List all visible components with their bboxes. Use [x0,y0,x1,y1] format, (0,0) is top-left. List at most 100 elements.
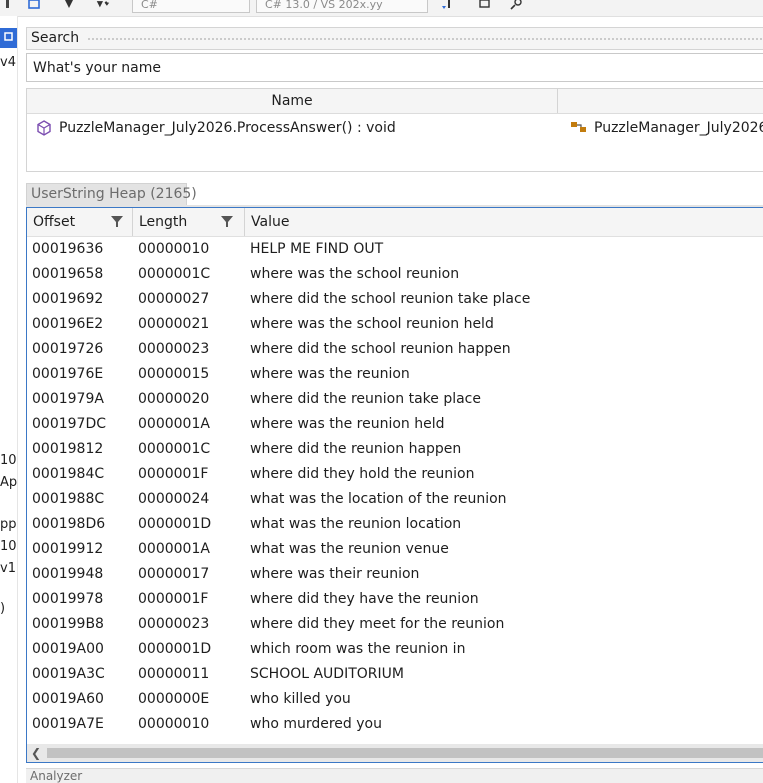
heap-row[interactable]: 00019726 00000023 where did the school reu… [27,337,763,362]
column-label: Length [139,214,188,230]
toolbar: C# C# 13.0 / VS 202x.yy [0,0,763,17]
length-cell: 00000021 [138,316,210,332]
length-cell: 0000001C [138,266,211,282]
length-cell: 00000023 [138,341,210,357]
result-declaring-type: PuzzleManager_July2026 [594,120,763,136]
length-cell: 0000001C [138,441,211,457]
value-cell: where did they meet for the reunion [250,616,505,632]
value-cell: where did they hold the reunion [250,466,475,482]
version-select[interactable]: C# 13.0 / VS 202x.yy [256,0,428,13]
open-icon[interactable] [478,0,492,10]
heap-row[interactable]: 000199B8 00000023 where did they meet for … [27,612,763,637]
column-header-offset[interactable]: Offset [27,208,133,236]
offset-cell: 000196E2 [32,316,104,332]
heap-row[interactable]: 00019812 0000001C where did the reunion ha… [27,437,763,462]
search-results-grid: Name PuzzleManager_July2026.ProcessAnswe… [26,88,763,172]
heap-row[interactable]: 000198D6 0000001D what was the reunion loc… [27,512,763,537]
length-cell: 00000020 [138,391,210,407]
length-cell: 0000001F [138,591,209,607]
length-cell: 00000011 [138,666,210,682]
heap-row[interactable]: 00019636 00000010 HELP ME FIND OUT [27,237,763,262]
heap-row[interactable]: 00019A7E 00000010 who murdered you [27,712,763,737]
star-icon[interactable] [96,0,110,10]
value-cell: where was the school reunion held [250,316,494,332]
column-label: Offset [33,214,76,230]
length-cell: 0000001D [138,641,212,657]
heap-row[interactable]: 0001984C 0000001F where did they hold the … [27,462,763,487]
offset-cell: 00019A7E [32,716,104,732]
tree-fragment: Ap [0,475,18,490]
search-icon[interactable] [510,0,524,10]
value-cell: what was the location of the reunion [250,491,507,507]
pin-tab-icon[interactable] [0,28,17,48]
heap-row[interactable]: 00019948 00000017 where was their reunion [27,562,763,587]
scroll-left-icon[interactable]: ❮ [27,744,45,762]
length-cell: 00000023 [138,616,210,632]
length-cell: 00000017 [138,566,210,582]
length-cell: 00000024 [138,491,210,507]
length-cell: 00000015 [138,366,210,382]
column-header-length[interactable]: Length [133,208,245,236]
heap-row[interactable]: 00019658 0000001C where was the school reu… [27,262,763,287]
heap-row[interactable]: 00019A00 0000001D which room was the reuni… [27,637,763,662]
offset-cell: 00019636 [32,241,104,257]
result-member-name: PuzzleManager_July2026.ProcessAnswer() :… [59,120,396,136]
heap-row[interactable]: 000197DC 0000001A where was the reunion he… [27,412,763,437]
value-cell: where was the school reunion [250,266,460,282]
length-cell: 00000010 [138,241,210,257]
language-select[interactable]: C# [132,0,250,13]
assembly-tree-panel: v4. 10. Ap pp 10 v1 ) [0,16,18,783]
offset-cell: 00019978 [32,591,104,607]
tree-fragment: ) [0,601,6,616]
heap-row[interactable]: 00019978 0000001F where did they have the … [27,587,763,612]
value-cell: where did the reunion happen [250,441,462,457]
method-icon [37,120,51,136]
filter-icon[interactable] [221,216,233,228]
value-cell: where was the reunion [250,366,410,382]
length-cell: 0000001F [138,466,209,482]
heap-row[interactable]: 0001988C 00000024 what was the location of… [27,487,763,512]
tree-fragment: 10 [0,539,17,554]
offset-cell: 00019912 [32,541,104,557]
offset-cell: 000197DC [32,416,106,432]
tab-userstring-heap[interactable]: UserString Heap (2165) [26,183,197,205]
heap-row[interactable]: 0001979A 00000020 where did the reunion ta… [27,387,763,412]
drag-handle[interactable] [87,37,763,42]
tree-fragment: v4. [0,55,17,70]
offset-cell: 0001979A [32,391,104,407]
offset-cell: 00019A60 [32,691,104,707]
sort-icon[interactable] [440,0,454,10]
heap-row[interactable]: 000196E2 00000021 where was the school reu… [27,312,763,337]
toolbar-separator-icon [6,0,9,8]
heap-table-header: Offset Length Value [27,208,763,237]
value-cell: who killed you [250,691,351,707]
offset-cell: 0001988C [32,491,105,507]
value-cell: where did they have the reunion [250,591,479,607]
heap-row[interactable]: 00019692 00000027 where did the school reu… [27,287,763,312]
result-row[interactable]: PuzzleManager_July2026.ProcessAnswer() :… [27,115,763,143]
filter-icon[interactable] [111,216,123,228]
search-input[interactable] [26,53,763,82]
offset-cell: 00019A00 [32,641,104,657]
horizontal-scrollbar[interactable]: ❮ [27,744,763,762]
length-cell: 00000010 [138,716,210,732]
heap-row[interactable]: 00019A60 0000000E who killed you [27,687,763,712]
heap-row[interactable]: 0001976E 00000015 where was the reunion [27,362,763,387]
offset-cell: 00019A3C [32,666,105,682]
value-cell: what was the reunion venue [250,541,449,557]
pin-icon[interactable] [62,0,76,10]
column-header-value[interactable]: Value [245,208,763,236]
value-cell: where did the school reunion take place [250,291,531,307]
heap-row[interactable]: 00019A3C 00000011 SCHOOL AUDITORIUM [27,662,763,687]
scrollbar-thumb[interactable] [47,748,763,758]
tree-fragment: pp [0,517,17,532]
column-label: Value [251,214,290,230]
offset-cell: 00019948 [32,566,104,582]
offset-cell: 00019692 [32,291,104,307]
search-title: Search [31,30,80,46]
column-header-name[interactable]: Name [27,89,558,113]
heap-row[interactable]: 00019912 0000001A what was the reunion ven… [27,537,763,562]
assembly-icon[interactable] [28,0,42,10]
value-cell: where was the reunion held [250,416,445,432]
length-cell: 0000001A [138,541,210,557]
